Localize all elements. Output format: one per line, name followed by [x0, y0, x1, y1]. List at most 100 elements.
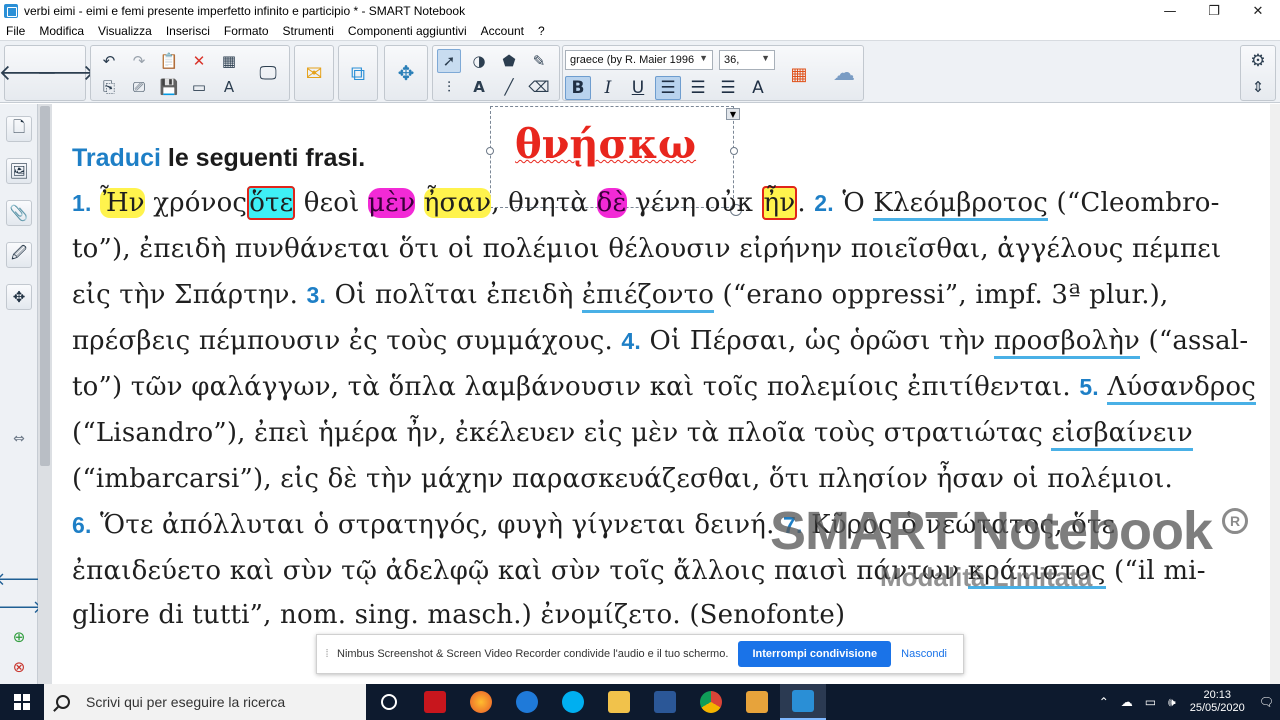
addons-tab-icon[interactable]: ✥	[6, 284, 32, 310]
video-player-icon[interactable]	[734, 684, 780, 720]
font-family-value: graece (by R. Maier 1996	[570, 54, 695, 66]
chevron-up-icon[interactable]: ⌃	[1099, 695, 1109, 709]
clock-time: 20:13	[1203, 689, 1231, 701]
menu-formato[interactable]: Formato	[224, 24, 269, 38]
magic-pen-icon[interactable]: ✎	[527, 49, 551, 73]
underline-button[interactable]: U	[625, 76, 651, 100]
skype-icon[interactable]	[550, 684, 596, 720]
resize-handle-right[interactable]	[730, 147, 738, 155]
properties-icon[interactable]: ⫶	[437, 75, 461, 99]
onedrive-cloud-icon[interactable]: ☁	[1121, 695, 1133, 709]
screen-shade-icon[interactable]: ▭	[187, 75, 211, 99]
fill-icon[interactable]: ⬟	[497, 49, 521, 73]
gallery-icon[interactable]: 🖼	[6, 158, 32, 184]
smart-notebook-taskbar-icon[interactable]	[780, 684, 826, 720]
text-span: πρέσβεις πέμπουσιν ἐς τοὺς συμμάχους.	[72, 326, 622, 356]
scrollbar-thumb[interactable]	[40, 106, 50, 466]
sentence-number: 3.	[306, 282, 327, 308]
start-button[interactable]	[0, 684, 44, 720]
text-line-3: εἰς τὴν Σπάρτην. 3. Οἱ πολῖται ἐπειδὴ ἐπ…	[72, 280, 1169, 313]
chrome-icon[interactable]	[688, 684, 734, 720]
stop-sharing-button[interactable]: Interrompi condivisione	[738, 641, 892, 667]
font-family-select[interactable]: graece (by R. Maier 1996 ▼	[565, 50, 713, 70]
text-span: χρόνος	[144, 188, 248, 218]
align-left-icon[interactable]: ☰	[655, 76, 681, 100]
vertical-scrollbar[interactable]	[38, 104, 52, 684]
acrobat-icon[interactable]	[412, 684, 458, 720]
windows-logo-icon	[14, 694, 30, 710]
word-icon[interactable]	[642, 684, 688, 720]
add-page-small-icon[interactable]: ⊕	[6, 624, 32, 650]
eraser-icon[interactable]: ⌫	[527, 75, 551, 99]
align-center-icon[interactable]: ☰	[685, 76, 711, 100]
menu-help[interactable]: ?	[538, 24, 545, 38]
delete-icon[interactable]: ✕	[187, 49, 211, 73]
task-view-icon[interactable]	[366, 684, 412, 720]
line-tool-icon[interactable]: ╱	[497, 75, 521, 99]
gear-icon[interactable]: ⚙	[1246, 49, 1270, 73]
text-span: (“erano oppressi”, impf. 3ª plur.),	[714, 280, 1169, 310]
save-icon[interactable]: 💾	[157, 75, 181, 99]
text-format-icon[interactable]: A	[745, 76, 771, 100]
resize-handle-left[interactable]	[486, 147, 494, 155]
textbox-menu-chevron-icon[interactable]: ▼	[726, 108, 740, 120]
textbox-word[interactable]: θνῄσκω	[515, 121, 696, 168]
minimize-button[interactable]: —	[1148, 0, 1192, 22]
font-size-value: 36,	[724, 54, 740, 66]
cloud-icon[interactable]: ☁	[827, 49, 861, 97]
next-page-arrow-icon[interactable]: 🡒	[37, 49, 96, 97]
attachments-icon[interactable]: 📎	[6, 200, 32, 226]
menu-inserisci[interactable]: Inserisci	[166, 24, 210, 38]
text-span: γένη οὐκ	[626, 188, 762, 218]
sentence-number: 2.	[814, 190, 834, 216]
close-button[interactable]: ✕	[1236, 0, 1280, 22]
select-arrow-icon[interactable]: ➚	[437, 49, 461, 73]
hide-button[interactable]: Nascondi	[901, 648, 947, 660]
resize-sidebar-icon[interactable]: ⇔	[6, 426, 32, 452]
drag-handle-icon[interactable]: ⁞	[317, 648, 337, 660]
previous-page-small-icon[interactable]: 🡐	[0, 566, 43, 592]
puzzle-icon[interactable]: ✥	[389, 49, 423, 97]
menu-strumenti[interactable]: Strumenti	[283, 24, 334, 38]
color-palette-icon[interactable]: ▦	[787, 62, 811, 86]
text-recognition-icon[interactable]: A	[217, 75, 241, 99]
font-size-select[interactable]: 36, ▼	[719, 50, 775, 70]
italic-button[interactable]: I	[595, 76, 621, 100]
response-icon[interactable]: ✉	[297, 49, 331, 97]
addon-icon[interactable]: ⧉	[341, 49, 375, 97]
bold-button[interactable]: B	[565, 76, 591, 100]
chevron-down-icon: ▼	[699, 53, 708, 63]
delete-page-icon[interactable]: ⎚	[127, 75, 151, 99]
move-toolbar-icon[interactable]: ⇕	[1246, 75, 1270, 99]
menu-visualizza[interactable]: Visualizza	[98, 24, 152, 38]
file-explorer-icon[interactable]	[596, 684, 642, 720]
volume-icon[interactable]: 🕪	[1168, 695, 1176, 710]
shapes-icon[interactable]: ◑	[467, 49, 491, 73]
taskbar-search[interactable]: Scrivi qui per eseguire la ricerca	[44, 684, 366, 720]
next-page-small-icon[interactable]: 🡒	[0, 594, 43, 620]
menu-account[interactable]: Account	[481, 24, 524, 38]
toolbar-settings-group: ⚙ ⇕	[1240, 45, 1276, 101]
add-page-icon[interactable]: ⎘	[97, 75, 121, 99]
edge-icon[interactable]	[504, 684, 550, 720]
menu-componenti-aggiuntivi[interactable]: Componenti aggiuntivi	[348, 24, 467, 38]
properties-tab-icon[interactable]: 🖉	[6, 242, 32, 268]
page-sorter-icon[interactable]: 🗋	[6, 116, 32, 142]
right-scrollbar[interactable]	[1270, 104, 1280, 684]
taskbar-clock[interactable]: 20:13 25/05/2020	[1190, 689, 1245, 715]
battery-icon[interactable]: ▭	[1145, 695, 1156, 709]
menu-file[interactable]: File	[6, 24, 25, 38]
paste-icon[interactable]: 📋	[157, 49, 181, 73]
sentence-number: 6.	[72, 512, 92, 538]
document-camera-icon[interactable]: 🖵	[251, 49, 285, 97]
delete-page-small-icon[interactable]: ⊗	[6, 654, 32, 680]
menu-modifica[interactable]: Modifica	[39, 24, 84, 38]
firefox-icon[interactable]	[458, 684, 504, 720]
text-tool-icon[interactable]: A	[467, 75, 491, 99]
undo-icon[interactable]: ↶	[97, 49, 121, 73]
table-icon[interactable]: ▦	[217, 49, 241, 73]
redo-icon[interactable]: ↷	[127, 49, 151, 73]
align-right-icon[interactable]: ☰	[715, 76, 741, 100]
notifications-icon[interactable]: 🗨	[1259, 695, 1274, 709]
maximize-button[interactable]: ❐	[1192, 0, 1236, 22]
